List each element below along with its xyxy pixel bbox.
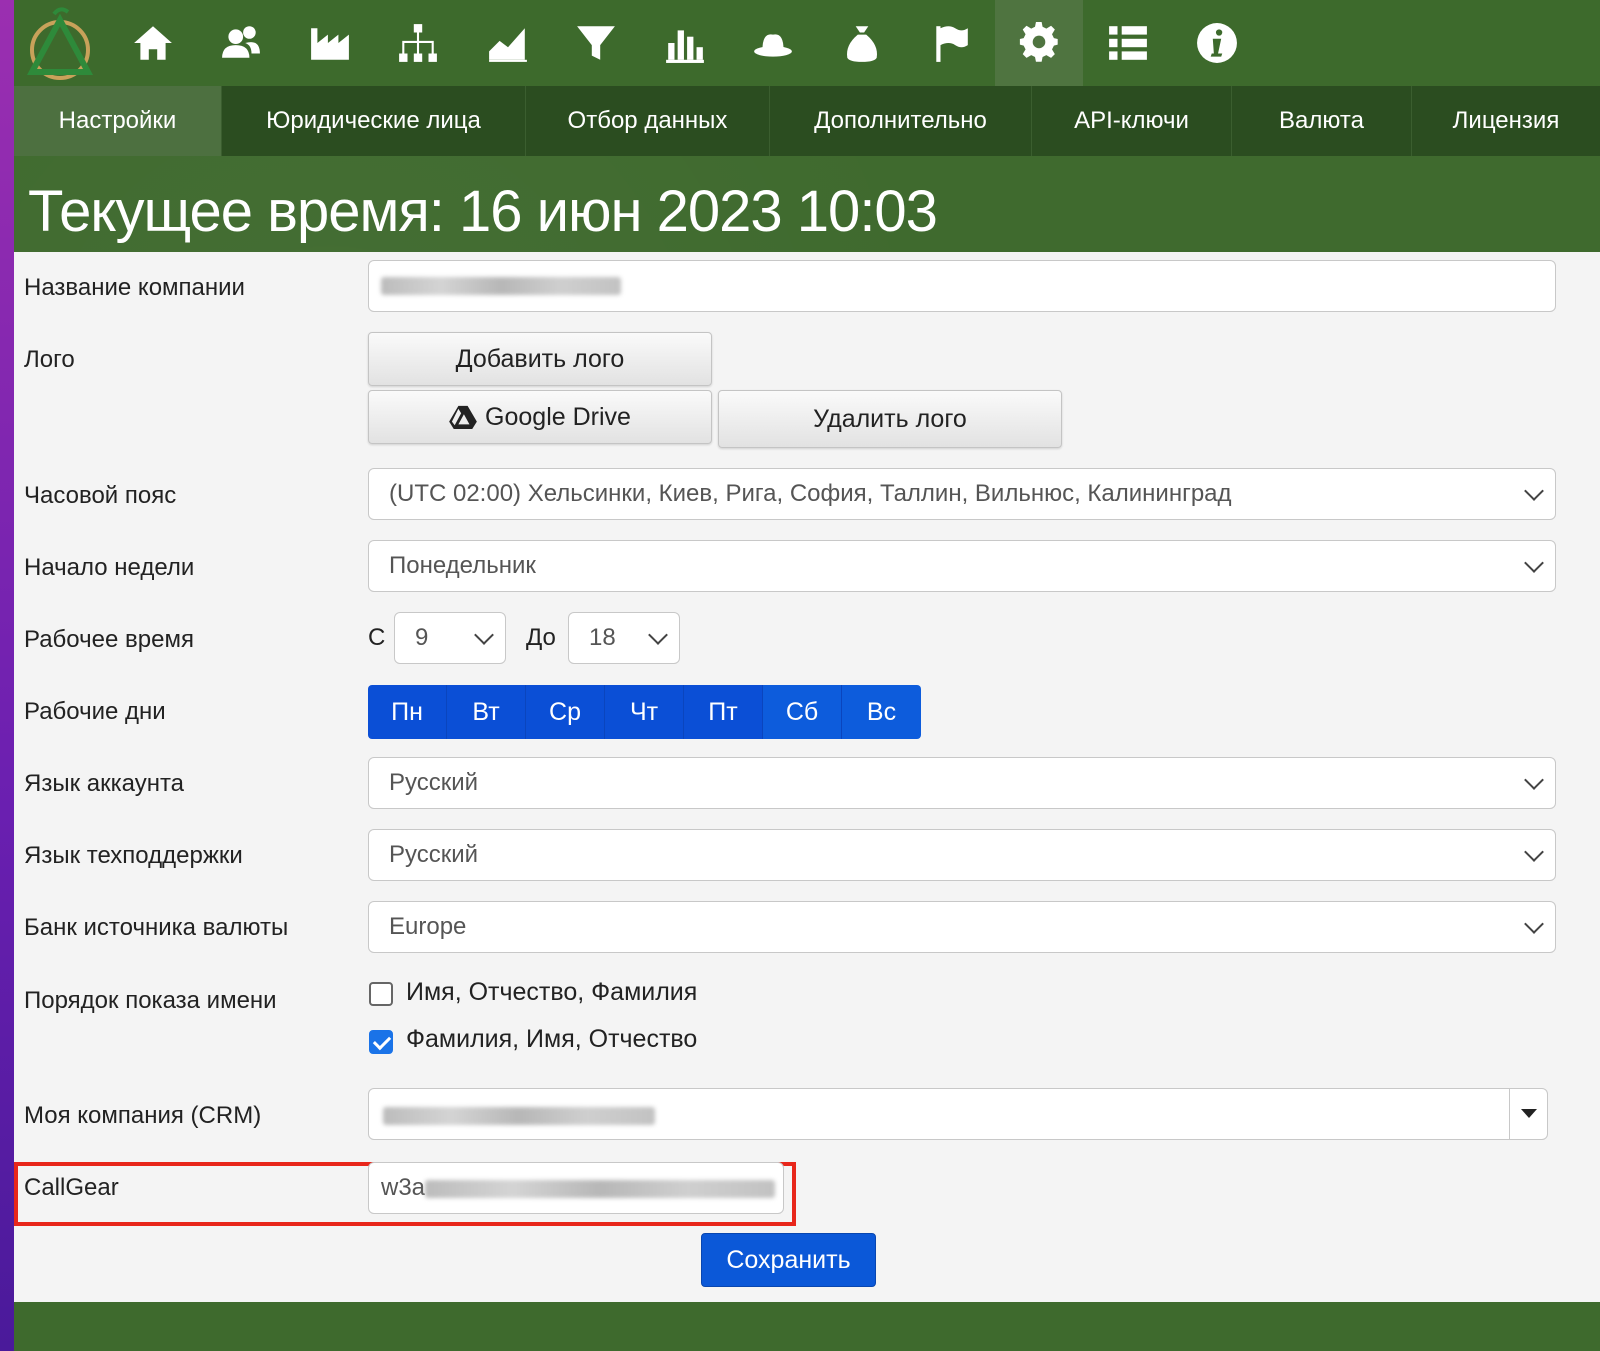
day-wed-button[interactable]: Ср: [526, 685, 605, 739]
chevron-down-icon: [1524, 770, 1544, 790]
delete-logo-button[interactable]: Удалить лого: [718, 390, 1062, 448]
day-fri-button[interactable]: Пт: [684, 685, 763, 739]
week-start-value: Понедельник: [389, 552, 536, 579]
app-window: Настройки Юридические лица Отбор данных …: [14, 0, 1600, 1351]
chevron-down-icon: [1524, 481, 1544, 501]
caret-down-icon: [1521, 1109, 1537, 1118]
tab-legal-entities[interactable]: Юридические лица: [222, 86, 526, 156]
redacted-text: [381, 277, 621, 295]
company-name-label: Название компании: [24, 274, 245, 301]
tab-settings[interactable]: Настройки: [14, 86, 222, 156]
name-order-option2-checkbox[interactable]: [369, 1030, 393, 1054]
google-drive-label: Google Drive: [485, 402, 631, 431]
currency-bank-label: Банк источника валюты: [24, 914, 289, 941]
name-order-option2-label: Фамилия, Имя, Отчество: [406, 1025, 698, 1053]
tab-data-selection[interactable]: Отбор данных: [526, 86, 770, 156]
money-bag-icon[interactable]: [818, 0, 906, 86]
from-label: С: [368, 624, 386, 651]
redacted-text: [425, 1180, 775, 1198]
callgear-label: CallGear: [24, 1174, 119, 1201]
add-logo-button[interactable]: Добавить лого: [368, 332, 712, 386]
app-logo-icon[interactable]: [24, 6, 96, 82]
tab-api-keys[interactable]: API-ключи: [1032, 86, 1232, 156]
company-name-input[interactable]: [368, 260, 1556, 312]
info-icon[interactable]: [1173, 0, 1261, 86]
hat-icon[interactable]: [729, 0, 817, 86]
week-start-label: Начало недели: [24, 554, 195, 581]
chevron-down-icon: [1524, 842, 1544, 862]
name-order-option1-label: Имя, Отчество, Фамилия: [406, 978, 698, 1006]
day-tue-button[interactable]: Вт: [447, 685, 526, 739]
timezone-select[interactable]: (UTC 02:00) Хельсинки, Киев, Рига, София…: [368, 468, 1556, 520]
google-drive-button[interactable]: Google Drive: [368, 390, 712, 444]
settings-form: Название компании Лого Добавить лого Goo…: [14, 252, 1600, 1302]
desktop-edge: [0, 0, 14, 1351]
work-days-toggle-group: Пн Вт Ср Чт Пт Сб Вс: [368, 685, 921, 739]
work-time-to-select[interactable]: 18: [568, 612, 680, 664]
flag-icon[interactable]: [907, 0, 995, 86]
logo-label: Лого: [24, 346, 75, 373]
area-chart-icon[interactable]: [464, 0, 552, 86]
name-order-option1-checkbox[interactable]: [369, 982, 393, 1006]
my-company-label: Моя компания (CRM): [24, 1102, 262, 1129]
to-label: До: [526, 624, 556, 651]
google-drive-icon: [449, 405, 477, 429]
day-thu-button[interactable]: Чт: [605, 685, 684, 739]
list-icon[interactable]: [1084, 0, 1172, 86]
currency-bank-value: Europe: [389, 913, 467, 940]
day-mon-button[interactable]: Пн: [368, 685, 447, 739]
page-title: Текущее время: 16 июн 2023 10:03: [28, 179, 938, 244]
callgear-api-key-input[interactable]: w3a: [368, 1162, 784, 1214]
page-footer-band: [14, 1302, 1600, 1351]
name-order-label: Порядок показа имени: [24, 987, 277, 1014]
day-sun-button[interactable]: Вс: [842, 685, 921, 739]
to-value: 18: [589, 624, 616, 651]
contacts-icon[interactable]: [197, 0, 285, 86]
chevron-down-icon: [1524, 914, 1544, 934]
redacted-text: [383, 1107, 655, 1125]
support-language-value: Русский: [389, 841, 479, 868]
account-language-value: Русский: [389, 769, 479, 796]
bar-chart-icon[interactable]: [641, 0, 729, 86]
my-company-select[interactable]: [368, 1088, 1548, 1140]
tab-currency[interactable]: Валюта: [1232, 86, 1412, 156]
support-language-label: Язык техподдержки: [24, 842, 243, 869]
save-button[interactable]: Сохранить: [701, 1233, 876, 1287]
timezone-label: Часовой пояс: [24, 482, 177, 509]
gear-icon[interactable]: [995, 0, 1083, 86]
tab-additional[interactable]: Дополнительно: [770, 86, 1032, 156]
chevron-down-icon: [474, 625, 494, 645]
work-time-from-select[interactable]: 9: [394, 612, 506, 664]
currency-bank-select[interactable]: Europe: [368, 901, 1556, 953]
org-chart-icon[interactable]: [374, 0, 462, 86]
home-icon[interactable]: [109, 0, 197, 86]
account-language-label: Язык аккаунта: [24, 770, 185, 797]
work-days-label: Рабочие дни: [24, 698, 166, 725]
chevron-down-icon: [1524, 553, 1544, 573]
filter-icon[interactable]: [552, 0, 640, 86]
dropdown-toggle[interactable]: [1509, 1089, 1547, 1139]
chevron-down-icon: [648, 625, 668, 645]
tab-license[interactable]: Лицензия: [1412, 86, 1600, 156]
support-language-select[interactable]: Русский: [368, 829, 1556, 881]
day-sat-button[interactable]: Сб: [763, 685, 842, 739]
week-start-select[interactable]: Понедельник: [368, 540, 1556, 592]
from-value: 9: [415, 624, 429, 651]
callgear-key-visible-prefix: w3a: [381, 1174, 426, 1201]
settings-tabs: Настройки Юридические лица Отбор данных …: [14, 86, 1600, 156]
factory-icon[interactable]: [286, 0, 374, 86]
icon-nav-bar: [14, 0, 1600, 86]
work-time-label: Рабочее время: [24, 626, 194, 653]
timezone-value: (UTC 02:00) Хельсинки, Киев, Рига, София…: [389, 480, 1232, 507]
account-language-select[interactable]: Русский: [368, 757, 1556, 809]
